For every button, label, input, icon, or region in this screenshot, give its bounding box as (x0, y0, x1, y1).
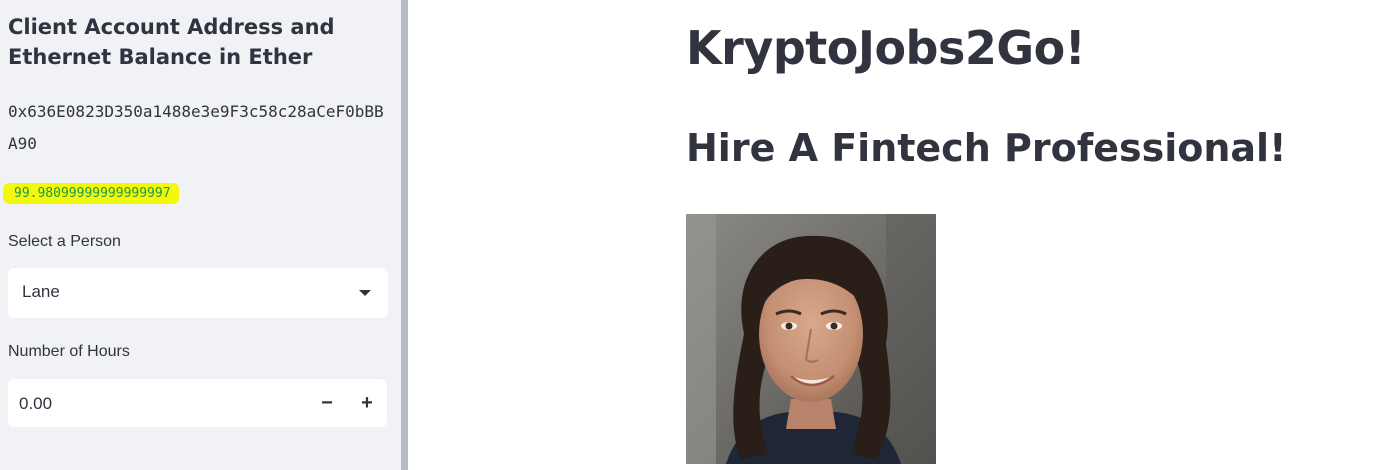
account-address: 0x636E0823D350a1488e3e9F3c58c28aCeF0bBBA… (8, 102, 384, 153)
select-person-dropdown[interactable]: Lane (8, 268, 388, 318)
hours-input[interactable]: 0.00 − + (8, 379, 387, 427)
sidebar-header: Client Account Address and Ethernet Bala… (8, 15, 335, 69)
chevron-down-icon[interactable] (359, 290, 371, 296)
account-balance: 99.98099999999999997 (3, 183, 179, 204)
page-title: KryptoJobs2Go! (686, 21, 1086, 75)
select-person-value: Lane (22, 282, 60, 301)
person-photo (686, 214, 936, 464)
select-person-label: Select a Person (8, 233, 121, 250)
hours-label: Number of Hours (8, 343, 130, 360)
increment-button[interactable]: + (347, 379, 387, 427)
sidebar: Client Account Address and Ethernet Bala… (0, 0, 401, 470)
page-subtitle: Hire A Fintech Professional! (686, 126, 1287, 170)
hours-value[interactable]: 0.00 (19, 394, 52, 414)
decrement-button[interactable]: − (307, 379, 347, 427)
sidebar-resize-handle[interactable] (401, 0, 408, 470)
